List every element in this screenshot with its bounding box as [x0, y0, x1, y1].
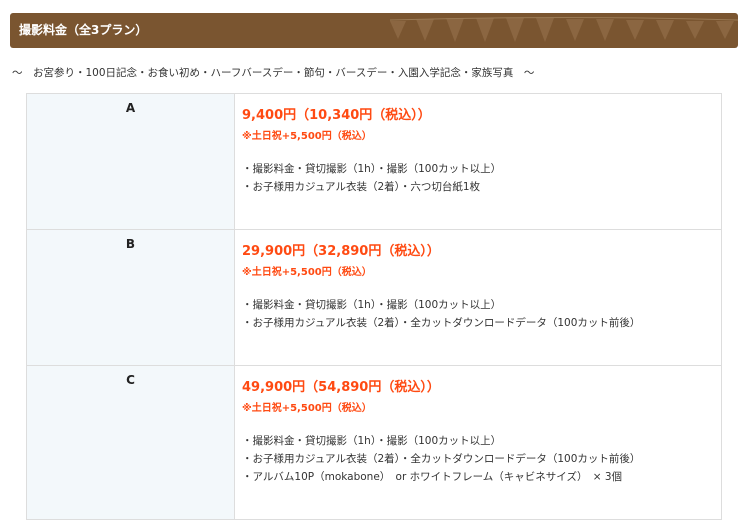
occasion-list: ～ お宮参り・100日記念・お食い初め・ハーフバースデー・節句・バースデー・入園… [12, 67, 535, 79]
plan-price: 49,900円（54,890円（税込）） [242, 380, 440, 395]
table-row: C 49,900円（54,890円（税込）） ※土日祝+5,500円（税込） ・… [26, 365, 722, 520]
feature-item: ・撮影料金・貸切撮影（1h）・撮影（100カット以上） [242, 299, 502, 311]
plan-price: 29,900円（32,890円（税込）） [242, 244, 440, 259]
plan-detail-cell: 49,900円（54,890円（税込）） ※土日祝+5,500円（税込） ・撮影… [234, 365, 722, 520]
plan-name: C [126, 373, 135, 387]
feature-list: ・撮影料金・貸切撮影（1h）・撮影（100カット以上） ・お子様用カジュアル衣装… [242, 432, 721, 486]
feature-list: ・撮影料金・貸切撮影（1h）・撮影（100カット以上） ・お子様用カジュアル衣装… [242, 296, 721, 332]
plan-name-cell: C [26, 365, 235, 520]
plan-name: B [125, 237, 136, 251]
feature-list: ・撮影料金・貸切撮影（1h）・撮影（100カット以上） ・お子様用カジュアル衣装… [242, 160, 721, 196]
feature-item: ・アルバム10P（mokabone） or ホワイトフレーム（キャビネサイズ） … [242, 471, 623, 483]
plan-name-cell: A [26, 93, 235, 230]
plan-name: A [125, 101, 136, 115]
plan-price: 9,400円（10,340円（税込）） [242, 108, 431, 123]
table-row: A 9,400円（10,340円（税込）） ※土日祝+5,500円（税込） ・撮… [26, 93, 722, 230]
feature-item: ・お子様用カジュアル衣装（2着）・六つ切台紙1枚 [242, 181, 481, 193]
feature-item: ・撮影料金・貸切撮影（1h）・撮影（100カット以上） [242, 435, 502, 447]
section-title: 撮影料金（全3プラン） [19, 23, 148, 37]
feature-item: ・撮影料金・貸切撮影（1h）・撮影（100カット以上） [242, 163, 502, 175]
feature-item: ・お子様用カジュアル衣装（2着）・全カットダウンロードデータ（100カット前後） [242, 453, 641, 465]
plan-name-cell: B [26, 229, 235, 366]
weekend-surcharge: ※土日祝+5,500円（税込） [242, 403, 372, 414]
plan-detail-cell: 9,400円（10,340円（税込）） ※土日祝+5,500円（税込） ・撮影料… [234, 93, 722, 230]
feature-item: ・お子様用カジュアル衣装（2着）・全カットダウンロードデータ（100カット前後） [242, 317, 641, 329]
bunting-decoration [390, 17, 738, 42]
weekend-surcharge: ※土日祝+5,500円（税込） [242, 267, 372, 278]
weekend-surcharge: ※土日祝+5,500円（税込） [242, 131, 372, 142]
plan-detail-cell: 29,900円（32,890円（税込）） ※土日祝+5,500円（税込） ・撮影… [234, 229, 722, 366]
plan-table: A 9,400円（10,340円（税込）） ※土日祝+5,500円（税込） ・撮… [26, 93, 722, 520]
section-header: 撮影料金（全3プラン） [10, 13, 738, 48]
table-row: B 29,900円（32,890円（税込）） ※土日祝+5,500円（税込） ・… [26, 229, 722, 366]
